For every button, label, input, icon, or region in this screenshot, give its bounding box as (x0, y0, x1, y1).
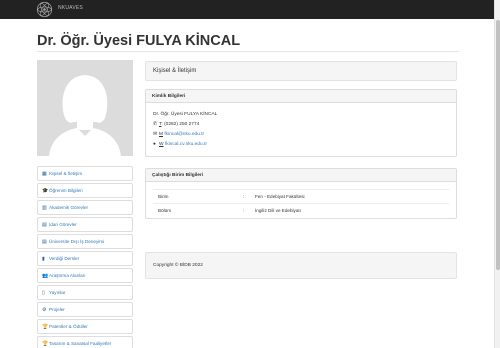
row-label: Birim (158, 194, 169, 199)
book-icon: ▮ (42, 255, 45, 262)
identity-name: Dr. Öğr. Üyesi FULYA KİNCAL (153, 112, 218, 117)
phone-line: ✆ T: (0282) 250 2774 (153, 122, 199, 127)
side-item-label: Araştırma Alanları (49, 273, 86, 278)
female-avatar-icon (37, 60, 133, 156)
brand-name[interactable]: NKUAVES (58, 5, 83, 11)
web-prefix: W (159, 142, 164, 147)
graduation-cap-icon: 🎓 (42, 187, 49, 194)
email-line: ✉ M fkincal@nku.edu.tr (153, 132, 204, 137)
scrollbar-thumb[interactable] (496, 20, 500, 270)
unit-panel: Çalıştığı Birim Bilgileri Birim : Fen - … (145, 168, 457, 219)
side-item-label: Üniversite Dışı İş Deneyimi (49, 239, 105, 244)
profile-photo-placeholder (37, 60, 133, 156)
row-label: Bölüm (158, 208, 172, 213)
phone-number: : (0282) 250 2774 (161, 122, 200, 127)
gears-icon: ⚙ (42, 306, 47, 313)
identity-panel: Kimlik Bilgileri Dr. Öğr. Üyesi FULYA Kİ… (145, 89, 457, 157)
side-item-patentler[interactable]: 🏆 Patentler & Ödüller (37, 319, 133, 334)
briefcase-icon: ▤ (42, 221, 47, 228)
row-value: İngiliz Dili ve Edebiyatı (255, 208, 301, 213)
side-menu: ▦ Kişisel & İletişim 🎓 Öğrenim Bilgileri ▥… (37, 166, 133, 348)
web-link[interactable]: fkincal.cv.nku.edu.tr (165, 142, 207, 147)
side-item-tasarim[interactable]: 🏆 Tasarım & Sanatsal Faaliyetler (37, 336, 133, 348)
page-title: Dr. Öğr. Üyesi FULYA KİNCAL (37, 33, 241, 49)
web-line: ● W fkincal.cv.nku.edu.tr (153, 142, 207, 147)
side-item-label: Tasarım & Sanatsal Faaliyetler (49, 341, 112, 346)
table-row: Bölüm : İngiliz Dili ve Edebiyatı (153, 203, 449, 216)
side-item-idari[interactable]: ▤ İdari Görevler (37, 217, 133, 232)
side-item-label: Kişisel & İletişim (49, 171, 83, 176)
row-value: Fen - Edebiyat Fakültesi (255, 194, 305, 199)
side-item-ogrenim[interactable]: 🎓 Öğrenim Bilgileri (37, 183, 133, 198)
section-title: Kişisel & İletişim (145, 61, 457, 81)
table-row: Birim : Fen - Edebiyat Fakültesi (153, 189, 449, 202)
briefcase-icon: ▤ (42, 238, 47, 245)
users-icon: 👥 (42, 272, 49, 279)
side-item-label: Akademik Görevler (49, 205, 89, 210)
side-item-is-deneyimi[interactable]: ▤ Üniversite Dışı İş Deneyimi (37, 234, 133, 249)
side-item-label: Projeler (49, 307, 65, 312)
email-prefix: M (159, 132, 163, 137)
row-separator: : (243, 208, 245, 213)
side-item-kisisel[interactable]: ▦ Kişisel & İletişim (37, 166, 133, 181)
side-item-label: Öğrenim Bilgileri (49, 188, 83, 193)
title-divider (37, 51, 459, 52)
email-link[interactable]: fkincal@nku.edu.tr (164, 132, 204, 137)
side-item-projeler[interactable]: ⚙ Projeler (37, 302, 133, 317)
side-item-label: İdari Görevler (49, 222, 77, 227)
top-navbar: NKUAVES (0, 0, 494, 19)
university-logo-icon[interactable] (36, 1, 53, 18)
side-item-label: Patentler & Ödüller (49, 324, 88, 329)
table-icon: ▦ (42, 170, 47, 177)
building-icon: ▥ (42, 204, 47, 211)
side-item-label: Verdiği Dersler (49, 256, 80, 261)
trophy-icon: 🏆 (42, 323, 49, 330)
footer-copyright: Copyright © BİDB 2022 (145, 252, 457, 279)
side-item-yayinlar[interactable]: ▯ Yayınlar (37, 285, 133, 300)
trophy-icon: 🏆 (42, 340, 49, 347)
side-item-arastirma[interactable]: 👥 Araştırma Alanları (37, 268, 133, 283)
side-item-akademik[interactable]: ▥ Akademik Görevler (37, 200, 133, 215)
row-separator: : (243, 194, 245, 199)
vertical-scrollbar[interactable] (494, 0, 500, 348)
side-item-dersler[interactable]: ▮ Verdiği Dersler (37, 251, 133, 266)
identity-panel-heading: Kimlik Bilgileri (146, 90, 456, 103)
side-item-label: Yayınlar (49, 290, 66, 295)
book-open-icon: ▯ (42, 289, 45, 296)
unit-panel-heading: Çalıştığı Birim Bilgileri (146, 169, 456, 182)
